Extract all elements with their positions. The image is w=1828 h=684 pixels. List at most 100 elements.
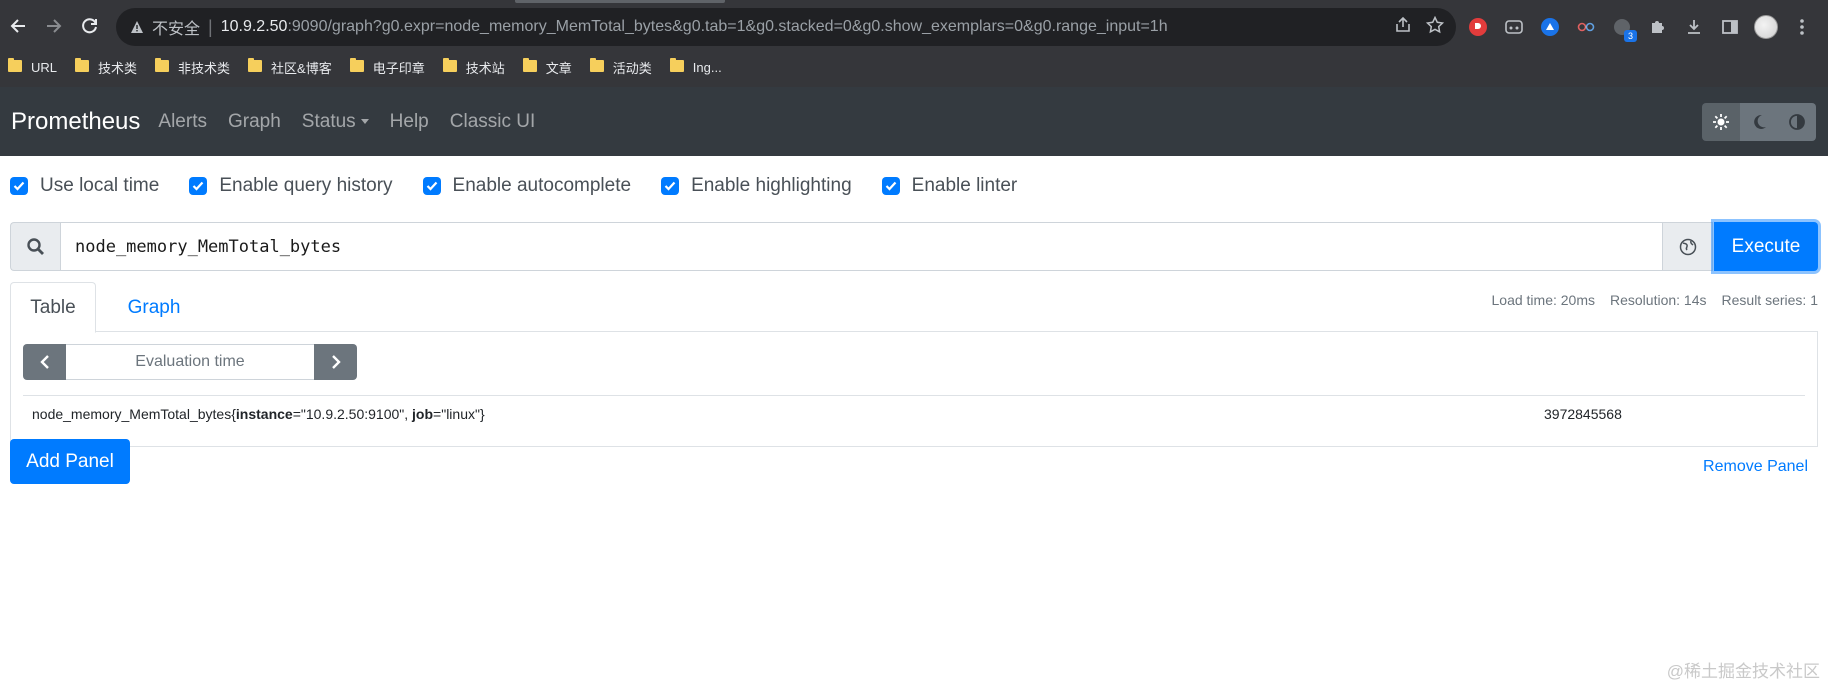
result-series: Result series: 1 [1721,292,1818,308]
folder-icon [522,58,537,72]
menu-kebab-icon[interactable] [1789,14,1815,40]
sun-icon [1713,114,1729,130]
bookmark-star-icon[interactable] [1425,15,1445,39]
light-theme-button[interactable] [1702,103,1740,141]
prev-time-button[interactable] [23,344,66,380]
bookmark-item[interactable]: 文章 [522,58,572,77]
url-host: 10.9.2.50 [220,18,288,35]
checkbox-checked-icon[interactable] [422,177,441,195]
expression-input[interactable]: node_memory_MemTotal_bytes [60,222,1663,271]
remove-panel-link[interactable]: Remove Panel [1703,458,1808,476]
option-checkbox[interactable]: Use local time [10,175,159,197]
tab-extension-icon[interactable] [1501,14,1527,40]
metric-name: node_memory_MemTotal_bytes [32,405,232,422]
bookmark-item[interactable]: 非技术类 [155,58,230,77]
bookmark-item[interactable]: 电子印章 [349,58,425,77]
share-icon[interactable] [1394,16,1412,39]
bookmark-label: Ing... [692,59,722,75]
forward-icon[interactable] [36,8,72,44]
folder-icon [75,58,90,72]
bookmark-item[interactable]: 技术类 [75,58,137,77]
label-key-job: job [412,405,434,422]
download-icon[interactable] [1681,14,1707,40]
badge-extension-icon[interactable]: 3 [1609,14,1637,42]
active-tab-indicator [515,0,725,3]
folder-icon [589,58,604,72]
folder-icon [669,58,684,72]
query-stats: Load time: 20ms Resolution: 14s Result s… [1492,292,1819,308]
nav-graph[interactable]: Graph [228,111,281,133]
checkbox-checked-icon[interactable] [189,177,208,195]
label-value-instance: ="10.9.2.50:9100", [292,405,413,422]
checkbox-checked-icon[interactable] [10,177,28,195]
bookmark-label: 技术站 [465,60,505,76]
bookmark-item[interactable]: Ing... [669,58,722,75]
checkbox-checked-icon[interactable] [881,177,900,195]
bookmark-label: 电子印章 [372,60,425,76]
folder-icon [349,58,364,72]
tab-table[interactable]: Table [10,282,96,333]
query-panel: Table Graph Load time: 20ms Resolution: … [10,282,1818,447]
globe-icon [1679,238,1696,255]
chevron-left-icon [39,355,49,369]
address-bar[interactable]: 不安全 | 10.9.2.50 :9090/graph?g0.expr=node… [116,8,1456,46]
profile-avatar[interactable] [1753,14,1779,40]
add-panel-button[interactable]: Add Panel [10,439,130,484]
extension-badge: 3 [1624,30,1637,42]
chevron-right-icon [331,355,341,369]
evaluation-time-input[interactable]: Evaluation time [66,344,314,380]
extensions-area: 3 [1465,8,1815,46]
execute-button[interactable]: Execute [1714,222,1818,271]
brace-close: } [479,405,485,422]
panel-tabs: Table Graph Load time: 20ms Resolution: … [10,282,1819,333]
series-labels: node_memory_MemTotal_bytes{instance="10.… [23,406,485,422]
bookmark-item[interactable]: URL [8,58,57,75]
option-checkbox[interactable]: Enable highlighting [661,175,852,197]
reload-icon[interactable] [72,8,108,44]
option-checkbox[interactable]: Enable query history [189,175,393,197]
option-checkbox[interactable]: Enable autocomplete [422,175,631,197]
puzzle-icon[interactable] [1645,14,1671,40]
top-navbar: Prometheus Alerts Graph Status Help Clas… [0,87,1828,156]
url-separator: | [208,16,213,37]
blue-extension-icon[interactable] [1537,14,1563,40]
metrics-explorer-button[interactable] [1663,222,1713,271]
url-path: :9090/graph?g0.expr=node_memory_MemTotal… [287,18,1168,35]
brand-logo[interactable]: Prometheus [11,108,140,136]
bookmark-item[interactable]: 技术站 [442,58,505,77]
checkbox-checked-icon[interactable] [661,177,680,195]
bookmarks-bar: URL 技术类 非技术类 社区&博客 电子印章 技术站 文章 活动类 Ing... [0,53,1828,81]
nav-alerts[interactable]: Alerts [158,111,207,133]
nav-classic-ui[interactable]: Classic UI [450,111,536,133]
option-label: Use local time [40,175,160,196]
bookmark-item[interactable]: 活动类 [589,58,652,77]
bookmark-item[interactable]: 社区&博客 [248,58,332,77]
resolution: Resolution: 14s [1610,292,1707,308]
side-panel-icon[interactable] [1717,14,1743,40]
nav-help[interactable]: Help [390,111,429,133]
nav-status[interactable]: Status [302,111,369,133]
red-extension-icon[interactable] [1465,14,1491,40]
browser-theme-button[interactable] [1778,103,1816,141]
evaluation-time-group: Evaluation time [23,344,357,380]
option-label: Enable linter [911,175,1018,196]
dark-theme-button[interactable] [1740,103,1778,141]
tab-graph[interactable]: Graph [106,282,202,333]
moon-icon [1754,114,1766,129]
browser-chrome: 不安全 | 10.9.2.50 :9090/graph?g0.expr=node… [0,0,1828,87]
glasses-extension-icon[interactable] [1573,14,1599,40]
main-content: Use local time Enable query history Enable… [0,156,1828,684]
bookmark-label: 社区&博客 [271,60,332,76]
caret-down-icon [360,119,369,124]
option-checkbox[interactable]: Enable linter [881,175,1018,197]
load-time: Load time: 20ms [1491,292,1596,308]
search-icon [10,222,60,271]
bookmark-label: 非技术类 [178,60,231,76]
browser-toolbar: 不安全 | 10.9.2.50 :9090/graph?g0.expr=node… [0,5,1828,47]
label-value-job: ="linux" [433,405,480,422]
folder-icon [8,58,22,72]
back-icon[interactable] [0,8,36,44]
next-time-button[interactable] [314,344,357,380]
security-label: 不安全 [152,21,201,38]
folder-icon [442,58,457,72]
